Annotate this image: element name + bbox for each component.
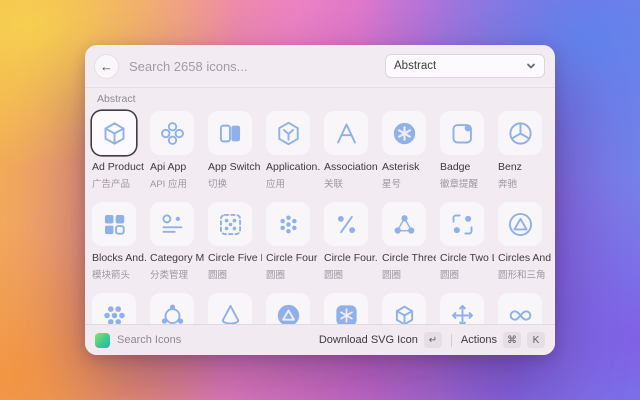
icon-cell-api-app[interactable]: Api App API 应用	[146, 111, 204, 190]
cube-box-icon[interactable]	[92, 111, 136, 155]
icon-cell-circle-three[interactable]: Circle Three 圆圈	[378, 202, 436, 281]
four-blocks-icon[interactable]	[92, 202, 136, 246]
window-header: ← Abstract	[85, 45, 555, 87]
split-panels-icon[interactable]	[208, 111, 252, 155]
icon-cell-circle-two-l[interactable]: Circle Two L... 圆圈	[436, 202, 494, 281]
icon-name-label: Circle Two L...	[440, 252, 494, 264]
category-dropdown-value: Abstract	[394, 60, 436, 72]
icon-cell-circle-four[interactable]: Circle Four 圆圈	[262, 202, 320, 281]
icon-cell-benz[interactable]: Benz 奔驰	[494, 111, 552, 190]
icon-subtitle-label: 奔驰	[498, 176, 552, 190]
clover-plus-icon[interactable]	[150, 111, 194, 155]
footer-actions: Download SVG Icon ↵ Actions ⌘ K	[319, 332, 545, 348]
badge-dot-icon[interactable]	[440, 111, 484, 155]
corner-brackets-dots-icon[interactable]	[440, 202, 484, 246]
icon-subtitle-label: 应用	[266, 176, 320, 190]
triangle-frame-icon[interactable]	[324, 111, 368, 155]
icon-subtitle-label: 圆圈	[324, 267, 378, 281]
icon-cell-ad-product[interactable]: Ad Product 广告产品	[88, 111, 146, 190]
app-logo-icon	[95, 333, 110, 348]
icon-cell-circles-and[interactable]: Circles And... 圆形和三角	[494, 202, 552, 281]
icon-name-label: Circle Four	[266, 252, 320, 264]
dashed-box-dots-icon[interactable]	[208, 202, 252, 246]
section-label: Abstract	[85, 88, 555, 111]
icon-cell-application[interactable]: Application... 应用	[262, 111, 320, 190]
icon-cell-category-m[interactable]: Category M... 分类管理	[146, 202, 204, 281]
icon-subtitle-label: 圆圈	[208, 267, 262, 281]
asterisk-disc-icon[interactable]	[382, 111, 426, 155]
icon-name-label: Circle Four...	[324, 252, 378, 264]
hexagon-branch-icon[interactable]	[266, 111, 310, 155]
icon-name-label: Circle Three	[382, 252, 436, 264]
icon-cell-circle-four[interactable]: Circle Four... 圆圈	[320, 202, 378, 281]
icon-name-label: Association	[324, 161, 378, 173]
icon-grid: Ad Product 广告产品 Api App API 应用 App Switc…	[85, 111, 555, 355]
icon-cell-blocks-and[interactable]: Blocks And... 模块箭头	[88, 202, 146, 281]
icon-cell-badge[interactable]: Badge 徽章提醒	[436, 111, 494, 190]
icon-subtitle-label: 关联	[324, 176, 378, 190]
icon-cell-circle-five-l[interactable]: Circle Five L... 圆圈	[204, 202, 262, 281]
icon-cell-app-switch[interactable]: App Switch 切换	[204, 111, 262, 190]
command-key-badge: ⌘	[503, 332, 521, 348]
icon-subtitle-label: 广告产品	[92, 176, 146, 190]
back-arrow-icon: ←	[100, 59, 113, 74]
dot-slash-icon[interactable]	[324, 202, 368, 246]
download-svg-button[interactable]: Download SVG Icon	[319, 334, 418, 346]
icon-name-label: Api App	[150, 161, 204, 173]
icon-subtitle-label: API 应用	[150, 176, 204, 190]
app-label: Search Icons	[117, 334, 181, 346]
icon-subtitle-label: 切换	[208, 176, 262, 190]
category-dots-lines-icon[interactable]	[150, 202, 194, 246]
icon-subtitle-label: 模块箭头	[92, 267, 146, 281]
back-button[interactable]: ←	[95, 55, 118, 78]
icon-cell-association[interactable]: Association 关联	[320, 111, 378, 190]
icon-name-label: Benz	[498, 161, 552, 173]
triangle-in-circle-icon[interactable]	[498, 202, 542, 246]
icon-subtitle-label: 分类管理	[150, 267, 204, 281]
icon-name-label: Circles And...	[498, 252, 552, 264]
icon-name-label: Ad Product	[92, 161, 146, 173]
enter-key-badge: ↵	[424, 332, 442, 348]
icon-name-label: Circle Five L...	[208, 252, 262, 264]
icon-subtitle-label: 徽章提醒	[440, 176, 494, 190]
icon-subtitle-label: 星号	[382, 176, 436, 190]
icon-name-label: Blocks And...	[92, 252, 146, 264]
icon-subtitle-label: 圆形和三角	[498, 267, 552, 281]
icon-name-label: Asterisk	[382, 161, 436, 173]
icon-search-window: ← Abstract Abstract Ad Product 广告产品 Api …	[85, 45, 555, 355]
icon-name-label: Badge	[440, 161, 494, 173]
status-bar: Search Icons Download SVG Icon ↵ Actions…	[85, 324, 555, 355]
chevron-down-icon	[526, 61, 536, 71]
three-dots-triangle-icon[interactable]	[382, 202, 426, 246]
footer-separator	[451, 334, 452, 347]
dot-flower-icon[interactable]	[266, 202, 310, 246]
category-dropdown[interactable]: Abstract	[385, 54, 545, 78]
icon-name-label: App Switch	[208, 161, 262, 173]
icon-cell-asterisk[interactable]: Asterisk 星号	[378, 111, 436, 190]
search-input[interactable]	[127, 58, 376, 75]
icon-subtitle-label: 圆圈	[382, 267, 436, 281]
icon-name-label: Category M...	[150, 252, 204, 264]
actions-button[interactable]: Actions	[461, 334, 497, 346]
icon-name-label: Application...	[266, 161, 320, 173]
tri-spoke-wheel-icon[interactable]	[498, 111, 542, 155]
icon-subtitle-label: 圆圈	[440, 267, 494, 281]
k-key-badge: K	[527, 332, 545, 348]
icon-subtitle-label: 圆圈	[266, 267, 320, 281]
